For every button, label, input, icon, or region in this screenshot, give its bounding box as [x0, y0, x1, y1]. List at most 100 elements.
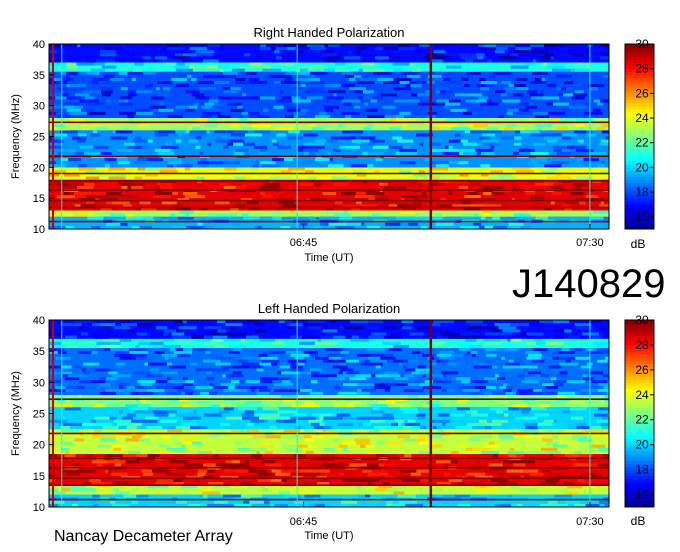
- speckle: [260, 148, 268, 152]
- speckle: [130, 391, 138, 395]
- speckle: [484, 391, 493, 395]
- speckle: [458, 124, 466, 128]
- speckle: [228, 344, 246, 349]
- speckle: [54, 404, 73, 408]
- speckle: [120, 96, 133, 100]
- speckle: [146, 425, 163, 430]
- speckle: [195, 145, 201, 149]
- speckle: [444, 463, 450, 467]
- speckle: [177, 388, 194, 392]
- speckle: [479, 335, 491, 339]
- speckle: [585, 50, 592, 54]
- speckle: [202, 438, 221, 442]
- speckle: [76, 139, 86, 143]
- speckle: [449, 87, 464, 91]
- speckle: [573, 47, 592, 51]
- speckle: [598, 383, 609, 387]
- speckle: [358, 96, 363, 100]
- speckle: [524, 450, 531, 455]
- speckle: [303, 161, 320, 165]
- speckle: [530, 195, 545, 199]
- speckle: [351, 139, 370, 143]
- speckle: [89, 478, 102, 483]
- speckle: [345, 335, 349, 339]
- speckle: [288, 388, 300, 392]
- speckle: [553, 380, 567, 384]
- speckle: [565, 344, 572, 349]
- speckle: [526, 335, 544, 339]
- speckle: [208, 99, 219, 103]
- speckle: [80, 124, 99, 128]
- speckle: [174, 441, 182, 445]
- speckle: [468, 344, 483, 349]
- speckle: [242, 93, 247, 97]
- speckle: [395, 383, 408, 387]
- speckle: [138, 50, 142, 54]
- speckle: [349, 326, 365, 330]
- speckle: [545, 341, 564, 345]
- speckle: [399, 111, 411, 115]
- speckle: [391, 167, 402, 171]
- speckle: [520, 365, 538, 369]
- speckle: [323, 416, 343, 420]
- speckle: [395, 419, 405, 423]
- speckle: [528, 371, 542, 375]
- speckle: [114, 99, 119, 103]
- speckle: [506, 111, 513, 115]
- speckle: [234, 441, 243, 445]
- speckle: [451, 127, 471, 131]
- speckle: [289, 210, 294, 214]
- speckle: [93, 335, 110, 339]
- speckle: [497, 81, 502, 85]
- speckle: [69, 118, 86, 122]
- speckle: [361, 222, 365, 226]
- speckle: [297, 444, 308, 448]
- speckle: [61, 429, 80, 433]
- speckle: [126, 425, 137, 430]
- speckle: [398, 422, 402, 426]
- speckle: [197, 450, 209, 455]
- speckle: [388, 47, 399, 51]
- speckle: [387, 488, 398, 492]
- y-axis-label: Frequency (MHz): [10, 371, 22, 456]
- speckle: [567, 139, 578, 143]
- speckle: [121, 323, 138, 327]
- speckle: [492, 195, 503, 199]
- speckle: [49, 127, 63, 131]
- speckle: [269, 136, 282, 140]
- speckle: [366, 87, 372, 91]
- speckle: [292, 99, 311, 103]
- speckle: [69, 84, 86, 88]
- speckle: [302, 323, 319, 327]
- speckle: [454, 133, 461, 137]
- speckle: [322, 463, 333, 467]
- speckle: [534, 377, 551, 381]
- speckle: [382, 105, 396, 109]
- speckle: [466, 108, 486, 112]
- speckle: [310, 47, 326, 51]
- speckle: [194, 478, 201, 483]
- speckle: [240, 494, 259, 498]
- speckle: [209, 161, 224, 165]
- speckle: [602, 53, 609, 57]
- speckle: [332, 413, 337, 417]
- speckle: [224, 167, 237, 171]
- speckle: [167, 410, 177, 414]
- speckle: [404, 374, 415, 378]
- speckle: [285, 350, 304, 354]
- speckle: [165, 391, 182, 395]
- speckle: [440, 338, 446, 342]
- speckle: [74, 438, 85, 442]
- speckle: [361, 388, 377, 392]
- speckle: [355, 441, 371, 445]
- speckle: [401, 71, 419, 75]
- speckle: [305, 90, 311, 94]
- speckle: [172, 192, 178, 196]
- speckle: [276, 133, 287, 137]
- speckle: [49, 362, 64, 366]
- speckle: [324, 87, 332, 91]
- speckle: [533, 388, 542, 392]
- speckle: [65, 386, 77, 389]
- speckle: [486, 353, 497, 357]
- speckle: [385, 53, 390, 57]
